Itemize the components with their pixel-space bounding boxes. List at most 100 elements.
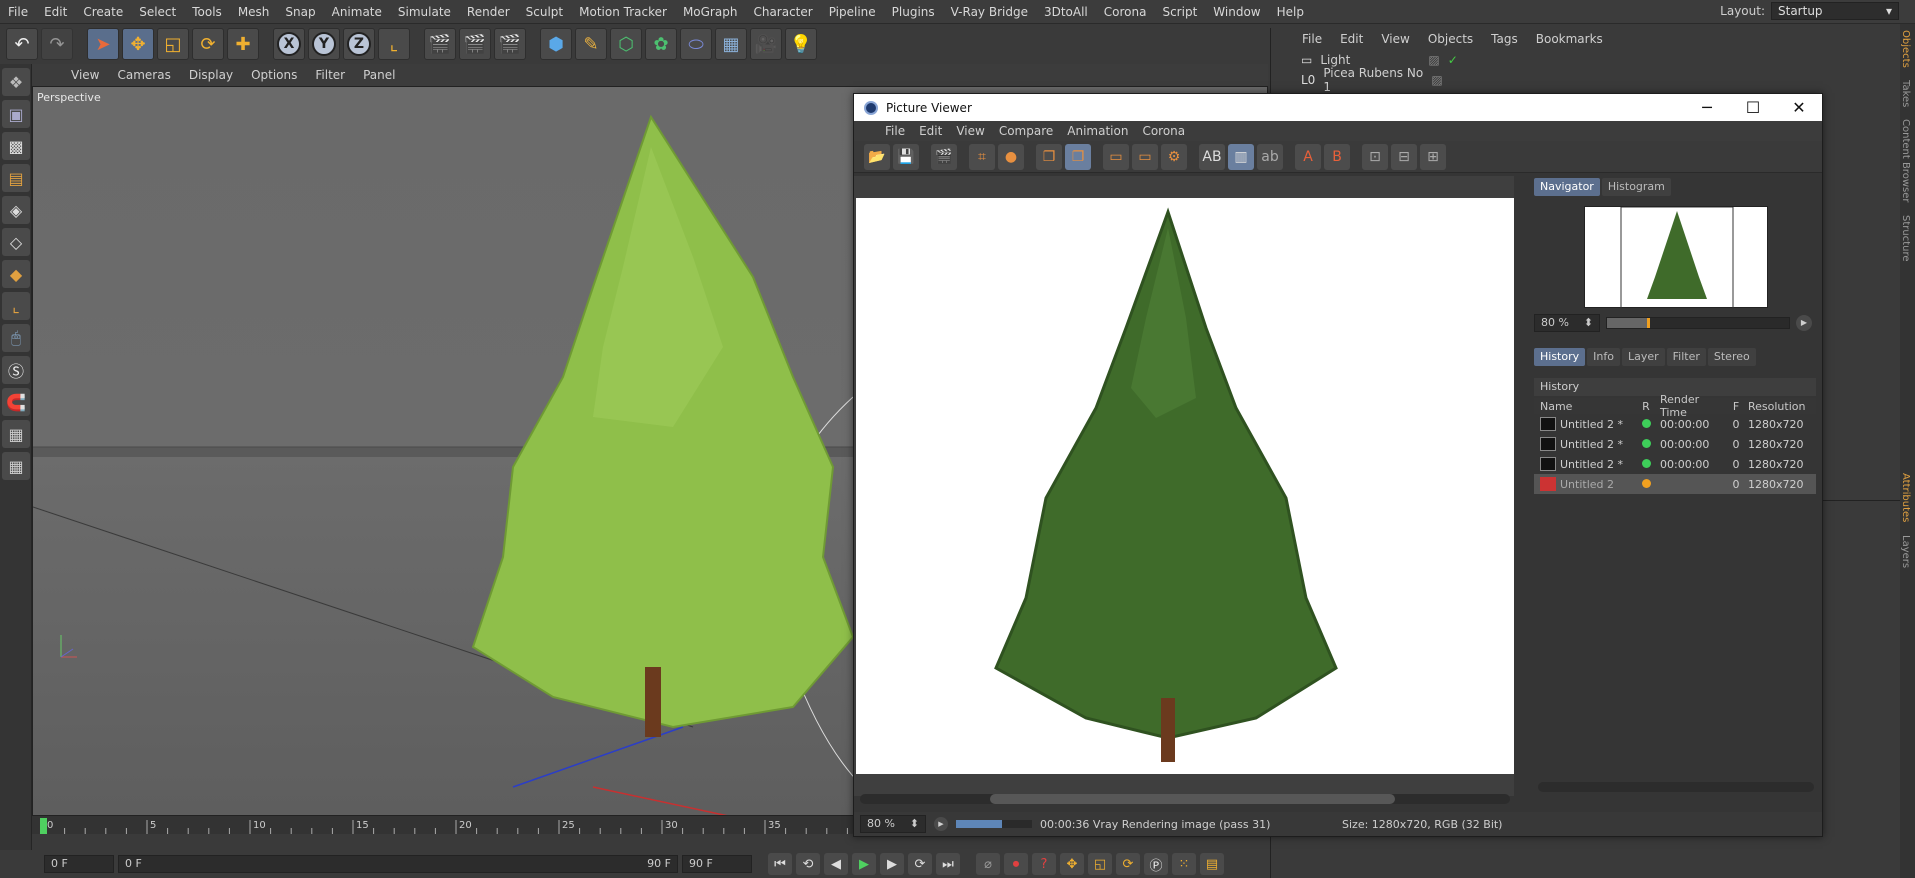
points-mode-button[interactable]: ◈ (2, 196, 30, 224)
close-button[interactable]: ✕ (1776, 94, 1822, 121)
menu-animate[interactable]: Animate (324, 0, 390, 24)
tab-layers[interactable]: Layers (1900, 529, 1911, 574)
enabled-check-icon[interactable]: ✓ (1448, 53, 1458, 67)
image-horizontal-scrollbar[interactable] (860, 794, 1510, 804)
planar-workplane-button[interactable]: ▦ (2, 452, 30, 480)
render-button[interactable]: 🎬 (931, 143, 957, 170)
menu-render[interactable]: Render (459, 0, 518, 24)
menu-tools[interactable]: Tools (184, 0, 230, 24)
tab-layer[interactable]: Layer (1621, 348, 1665, 366)
menu-edit[interactable]: Edit (36, 0, 75, 24)
pv-menu-edit[interactable]: Edit (912, 124, 949, 138)
tab-content-browser[interactable]: Content Browser (1900, 113, 1911, 208)
pv-menu-compare[interactable]: Compare (992, 124, 1060, 138)
col-name[interactable]: Name (1534, 400, 1636, 413)
next-frame-button[interactable]: ▶ (880, 853, 904, 875)
info-button[interactable]: ● (998, 143, 1024, 170)
menu-sculpt[interactable]: Sculpt (518, 0, 571, 24)
next-key-button[interactable]: ⟳ (908, 853, 932, 875)
playhead[interactable] (40, 818, 47, 834)
zoom-slider-handle[interactable] (1647, 318, 1651, 328)
coordinate-system-button[interactable]: ⌞ (378, 28, 410, 60)
menu-create[interactable]: Create (75, 0, 131, 24)
light-button[interactable]: 💡 (785, 28, 817, 60)
go-to-end-button[interactable]: ⏭ (936, 853, 960, 875)
menu-pipeline[interactable]: Pipeline (821, 0, 884, 24)
col-render-time[interactable]: Render Time (1656, 393, 1728, 419)
objects-menu-objects[interactable]: Objects (1419, 32, 1482, 46)
pv-menu-animation[interactable]: Animation (1060, 124, 1135, 138)
viewport-menu-options[interactable]: Options (242, 68, 306, 82)
x-axis-button[interactable]: X (273, 28, 305, 60)
objects-menu-file[interactable]: File (1293, 32, 1331, 46)
tab-history[interactable]: History (1534, 348, 1586, 366)
objects-menu-bookmarks[interactable]: Bookmarks (1527, 32, 1612, 46)
ab-compare-button[interactable]: ▭ (1103, 143, 1129, 170)
menu-vray-bridge[interactable]: V-Ray Bridge (943, 0, 1036, 24)
tree-model[interactable] (471, 114, 855, 737)
snap-button[interactable]: 🧲 (2, 388, 30, 416)
swap-button[interactable]: ▭ (1132, 143, 1158, 170)
workplane-mode-button[interactable]: ▤ (2, 164, 30, 192)
key-position-button[interactable]: ✥ (1060, 853, 1084, 875)
col-resolution[interactable]: Resolution (1744, 400, 1810, 413)
range-slider[interactable]: 0 F 90 F (118, 855, 678, 873)
key-rotation-button[interactable]: ⟳ (1116, 853, 1140, 875)
object-row-picea[interactable]: L0 Picea Rubens No 1 ▨ (1271, 66, 1900, 94)
camera-button[interactable]: 🎥 (750, 28, 782, 60)
edges-mode-button[interactable]: ◇ (2, 228, 30, 256)
viewport-menu-filter[interactable]: Filter (306, 68, 354, 82)
menu-snap[interactable]: Snap (277, 0, 323, 24)
menu-plugins[interactable]: Plugins (884, 0, 943, 24)
col-f[interactable]: F (1728, 400, 1744, 413)
live-select-button[interactable]: ✚ (227, 28, 259, 60)
objects-menu-tags[interactable]: Tags (1482, 32, 1527, 46)
viewport-menu-display[interactable]: Display (180, 68, 242, 82)
play-button[interactable]: ▶ (852, 853, 876, 875)
menu-corona[interactable]: Corona (1096, 0, 1155, 24)
move-tool-button[interactable]: ✥ (122, 28, 154, 60)
menu-help[interactable]: Help (1269, 0, 1312, 24)
layout-grid-button[interactable]: ⊞ (1420, 143, 1446, 170)
menu-motion-tracker[interactable]: Motion Tracker (571, 0, 675, 24)
texture-mode-button[interactable]: ▩ (2, 132, 30, 160)
subdivision-button[interactable]: ⬡ (610, 28, 642, 60)
scroll-thumb[interactable] (990, 794, 1395, 804)
go-to-start-button[interactable]: ⏮ (768, 853, 792, 875)
zoom-field[interactable]: 80 % ⬍ (1534, 314, 1600, 332)
key-scale-button[interactable]: ◱ (1088, 853, 1112, 875)
col-r[interactable]: R (1636, 400, 1656, 413)
status-zoom-field[interactable]: 80 % ⬍ (860, 815, 926, 833)
render-settings-button[interactable]: 🎬 (494, 28, 526, 60)
lock-workplane-button[interactable]: ▦ (2, 420, 30, 448)
menu-character[interactable]: Character (745, 0, 820, 24)
key-parameter-button[interactable]: Ⓟ (1144, 853, 1168, 875)
cube-button[interactable]: ⬢ (540, 28, 572, 60)
history-row[interactable]: Untitled 2 * 00:00:00 0 1280x720 (1534, 414, 1816, 434)
layout-horizontal-button[interactable]: ⊟ (1391, 143, 1417, 170)
tab-histogram[interactable]: Histogram (1601, 178, 1671, 196)
zoom-slider[interactable] (1606, 317, 1790, 329)
save-button[interactable]: 💾 (893, 143, 919, 170)
status-play-button[interactable]: ▶ (934, 817, 948, 831)
viewport-menu-panel[interactable]: Panel (354, 68, 404, 82)
text-view-button[interactable]: ab (1257, 143, 1283, 170)
undo-button[interactable]: ↶ (6, 28, 38, 60)
history-scrollbar[interactable] (1538, 782, 1814, 792)
pen-button[interactable]: ✎ (575, 28, 607, 60)
settings-button[interactable]: ⚙ (1161, 143, 1187, 170)
select-tool-button[interactable]: ➤ (87, 28, 119, 60)
copy-button[interactable]: ❐ (1036, 143, 1062, 170)
previous-key-button[interactable]: ⟲ (796, 853, 820, 875)
scale-tool-button[interactable]: ◱ (157, 28, 189, 60)
menu-script[interactable]: Script (1154, 0, 1205, 24)
tab-info[interactable]: Info (1587, 348, 1620, 366)
viewport-menu-cameras[interactable]: Cameras (108, 68, 179, 82)
menu-3dtoall[interactable]: 3DtoAll (1036, 0, 1096, 24)
history-row[interactable]: Untitled 2 * 00:00:00 0 1280x720 (1534, 454, 1816, 474)
diff-button[interactable]: ⊡ (1362, 143, 1388, 170)
set-a-button[interactable]: A (1295, 143, 1321, 170)
maximize-button[interactable]: ☐ (1730, 94, 1776, 121)
tab-stereo[interactable]: Stereo (1707, 348, 1756, 366)
y-axis-button[interactable]: Y (308, 28, 340, 60)
